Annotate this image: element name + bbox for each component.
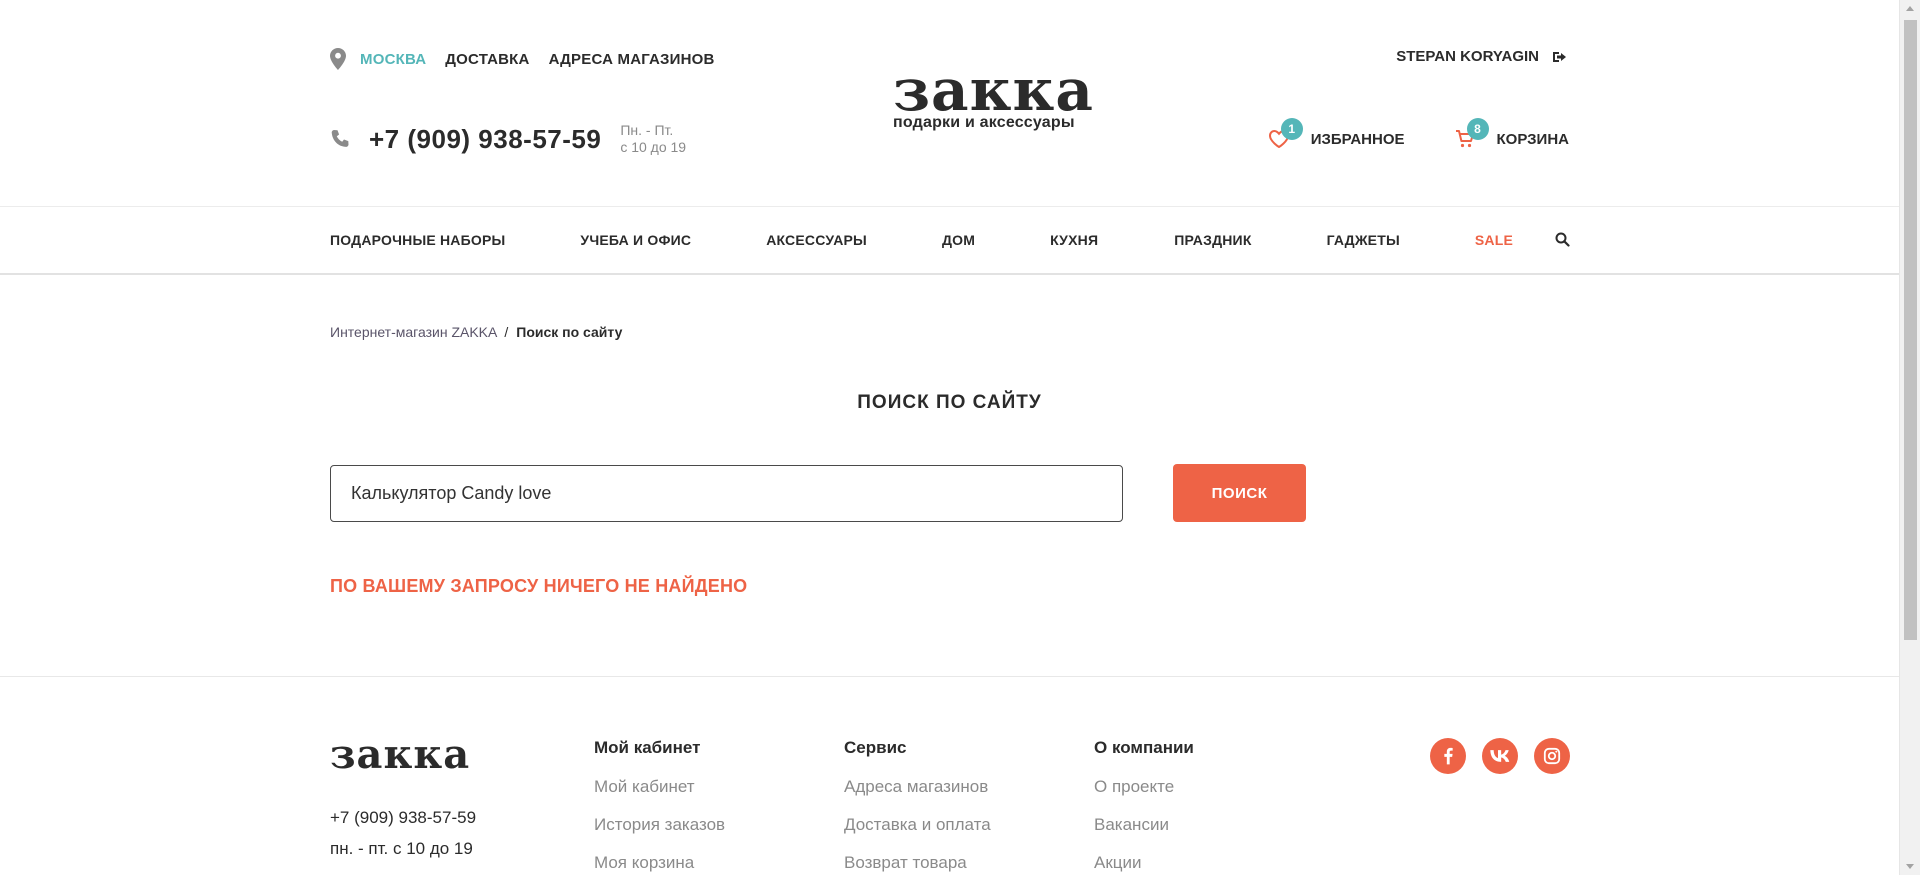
footer-column-heading: О компании	[1094, 738, 1194, 757]
footer-link[interactable]: Мой кабинет	[594, 777, 725, 797]
footer-divider	[0, 676, 1899, 677]
work-hours: Пн. - Пт. с 10 до 19	[620, 122, 686, 156]
vk-icon[interactable]	[1482, 738, 1518, 774]
footer-link[interactable]: Вакансии	[1094, 815, 1194, 835]
social-links	[1414, 738, 1570, 774]
logo-tagline: подарки и аксессуары	[893, 114, 1075, 131]
search-button[interactable]: ПОИСК	[1173, 464, 1306, 522]
search-input[interactable]: Калькулятор Candy love	[330, 465, 1123, 522]
nav-item-study-office[interactable]: УЧЕБА И ОФИС	[580, 232, 691, 248]
favorites-link[interactable]: 1 ИЗБРАННОЕ	[1268, 118, 1405, 149]
nav-item-accessories[interactable]: АКСЕССУАРЫ	[766, 232, 867, 248]
cart-count-badge: 8	[1466, 118, 1489, 140]
breadcrumb: Интернет-магазин ZAKKA / Поиск по сайту	[330, 324, 622, 340]
nav-item-gadgets[interactable]: ГАДЖЕТЫ	[1327, 232, 1400, 248]
footer-link[interactable]: Доставка и оплата	[844, 815, 991, 835]
site-logo[interactable]: закка подарки и аксессуары	[893, 56, 1094, 132]
page-title: ПОИСК ПО САЙТУ	[857, 392, 1042, 413]
phone-block: +7 (909) 938-57-59 Пн. - Пт. с 10 до 19	[330, 122, 686, 156]
work-hours-days: Пн. - Пт.	[620, 122, 674, 138]
cart-icon: 8	[1455, 118, 1489, 148]
footer-link[interactable]: Возврат товара	[844, 853, 991, 873]
no-results-message: ПО ВАШЕМУ ЗАПРОСУ НИЧЕГО НЕ НАЙДЕНО	[330, 576, 748, 596]
work-hours-time: с 10 до 19	[620, 139, 687, 155]
footer-phone[interactable]: +7 (909) 938-57-59	[330, 808, 476, 828]
breadcrumb-home-link[interactable]: Интернет-магазин ZAKKA	[330, 324, 497, 340]
nav-item-holiday[interactable]: ПРАЗДНИК	[1174, 232, 1251, 248]
footer-column-account: Мой кабинет Мой кабинет История заказов …	[594, 738, 725, 875]
search-icon[interactable]	[1555, 232, 1570, 247]
footer-hours: пн. - пт. с 10 до 19	[330, 839, 473, 858]
main-nav: ПОДАРОЧНЫЕ НАБОРЫ УЧЕБА И ОФИС АКСЕССУАР…	[330, 232, 1570, 248]
nav-divider-bottom	[0, 273, 1899, 275]
logo-wordmark: закка	[893, 56, 1094, 124]
favorites-count-badge: 1	[1280, 118, 1303, 140]
footer-link[interactable]: Моя корзина	[594, 853, 725, 873]
header-actions: 1 ИЗБРАННОЕ 8 КОРЗИНА	[1268, 118, 1569, 149]
user-name[interactable]: STEPAN KORYAGIN	[1396, 48, 1539, 65]
footer-logo[interactable]: закка	[330, 735, 470, 775]
instagram-icon[interactable]	[1534, 738, 1570, 774]
logout-icon[interactable]	[1553, 50, 1569, 64]
footer-link[interactable]: История заказов	[594, 815, 725, 835]
phone-icon	[331, 130, 349, 147]
nav-item-kitchen[interactable]: КУХНЯ	[1050, 232, 1098, 248]
cart-label: КОРЗИНА	[1496, 130, 1569, 148]
footer-column-company: О компании О проекте Вакансии Акции	[1094, 738, 1194, 875]
stores-link[interactable]: АДРЕСА МАГАЗИНОВ	[549, 51, 715, 68]
footer-column-service: Сервис Адреса магазинов Доставка и оплат…	[844, 738, 991, 875]
page-scrollbar[interactable]	[1899, 0, 1920, 875]
footer-link[interactable]: О проекте	[1094, 777, 1194, 797]
page: МОСКВА ДОСТАВКА АДРЕСА МАГАЗИНОВ +7 (909…	[0, 0, 1899, 875]
scroll-up-icon[interactable]	[1906, 6, 1914, 11]
nav-item-home[interactable]: ДОМ	[942, 232, 975, 248]
cart-link[interactable]: 8 КОРЗИНА	[1455, 118, 1569, 148]
nav-item-gift-sets[interactable]: ПОДАРОЧНЫЕ НАБОРЫ	[330, 232, 505, 248]
header-phone[interactable]: +7 (909) 938-57-59	[369, 124, 601, 155]
user-block: STEPAN KORYAGIN	[1396, 48, 1569, 65]
footer-link[interactable]: Акции	[1094, 853, 1194, 873]
nav-divider-top	[0, 206, 1899, 207]
footer-link[interactable]: Адреса магазинов	[844, 777, 991, 797]
delivery-link[interactable]: ДОСТАВКА	[445, 51, 529, 68]
location-pin-icon	[330, 48, 346, 70]
scrollbar-thumb[interactable]	[1904, 20, 1917, 640]
heart-icon: 1	[1268, 118, 1303, 149]
nav-item-sale[interactable]: SALE	[1475, 232, 1513, 248]
favorites-label: ИЗБРАННОЕ	[1310, 130, 1405, 148]
scroll-down-icon[interactable]	[1906, 864, 1914, 869]
footer-column-heading: Сервис	[844, 738, 907, 757]
facebook-icon[interactable]	[1430, 738, 1466, 774]
top-links: МОСКВА ДОСТАВКА АДРЕСА МАГАЗИНОВ	[330, 48, 734, 70]
city-link[interactable]: МОСКВА	[360, 51, 426, 68]
breadcrumb-separator: /	[504, 324, 509, 340]
breadcrumb-current: Поиск по сайту	[516, 324, 623, 340]
footer-column-heading: Мой кабинет	[594, 738, 701, 757]
